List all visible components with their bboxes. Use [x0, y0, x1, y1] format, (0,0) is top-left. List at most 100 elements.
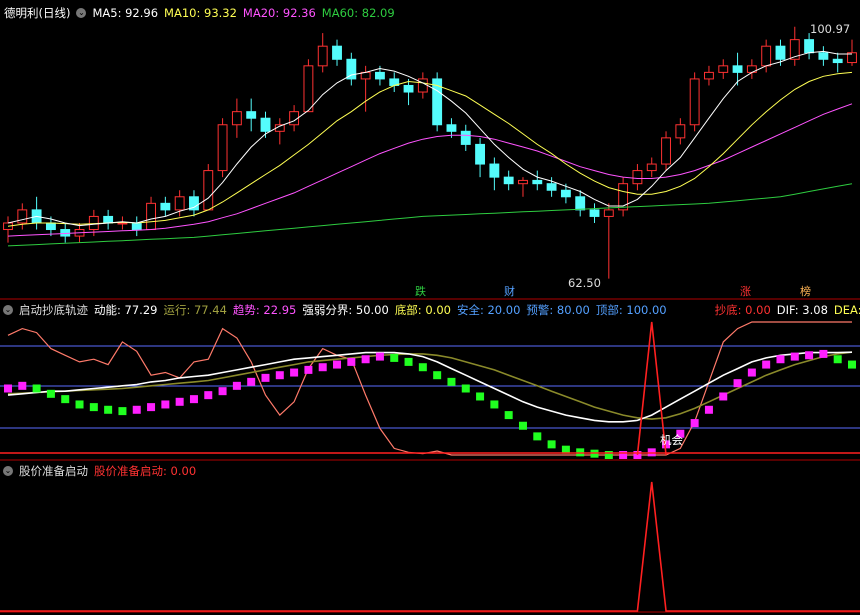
- signal-bar: [275, 371, 284, 380]
- candle-body: [661, 137, 671, 165]
- signal-bar: [175, 397, 184, 406]
- event-tag-finance[interactable]: 财: [502, 285, 517, 298]
- signal-bar: [118, 407, 127, 416]
- signal-bar: [747, 368, 756, 377]
- signal-bar: [333, 360, 342, 369]
- signal-bar: [819, 349, 828, 358]
- signal-bar: [547, 440, 556, 449]
- candle-body: [546, 183, 557, 191]
- candle-body: [503, 176, 514, 185]
- candle-body: [446, 124, 457, 132]
- signal-bar: [733, 379, 742, 388]
- signal-bar: [46, 389, 55, 398]
- signal-bar: [619, 451, 628, 459]
- candle-body: [131, 222, 142, 231]
- candle-body: [117, 222, 128, 225]
- signal-bar: [390, 353, 399, 362]
- signal-bar: [75, 400, 84, 409]
- signal-bar: [461, 384, 470, 393]
- signal-bar: [18, 381, 27, 390]
- signal-bar: [833, 355, 842, 364]
- signal-bar: [719, 392, 728, 401]
- signal-bar: [533, 432, 542, 441]
- ma5-line: [7, 50, 852, 227]
- event-tag-drop[interactable]: 跌: [413, 285, 428, 298]
- signal-bar: [132, 405, 141, 414]
- candle-body: [317, 45, 328, 67]
- candle-body: [761, 45, 772, 67]
- candle-body: [489, 163, 500, 178]
- signal-bar: [147, 403, 156, 412]
- candle-body: [560, 189, 571, 198]
- signal-bar: [404, 357, 413, 366]
- signal-bar: [604, 451, 613, 459]
- signal-bar: [805, 351, 814, 360]
- candle-body: [518, 179, 528, 185]
- event-tag-rise[interactable]: 涨: [738, 285, 753, 298]
- signal-bar: [161, 400, 170, 409]
- signal-bar: [418, 363, 427, 372]
- candle-body: [246, 111, 257, 119]
- candle-body: [718, 65, 729, 73]
- signal-bar: [490, 400, 499, 409]
- candle-body: [603, 209, 614, 217]
- candle-body: [374, 71, 385, 80]
- signal-bar: [790, 352, 799, 361]
- signal-bar: [690, 419, 699, 428]
- candle-body: [160, 202, 171, 211]
- signal-bar: [518, 421, 527, 430]
- signal-bar: [32, 384, 41, 393]
- candle-body: [632, 170, 643, 185]
- candle-body: [217, 124, 228, 172]
- signal-bar: [318, 363, 327, 372]
- kline-chart[interactable]: [0, 0, 860, 615]
- candle-body: [60, 229, 71, 237]
- candle-body: [689, 78, 700, 126]
- signal-bar: [375, 352, 384, 361]
- signal-bar: [762, 360, 771, 369]
- signal-bar: [504, 411, 513, 420]
- signal-bar: [189, 395, 198, 404]
- candle-body: [475, 143, 486, 165]
- candle-body: [575, 196, 586, 211]
- signal-bar: [261, 373, 270, 382]
- signal-bar: [776, 355, 785, 364]
- candle-body: [832, 58, 843, 64]
- candle-body: [303, 65, 314, 113]
- signal-bar: [89, 403, 98, 412]
- candle-body: [732, 65, 743, 73]
- start-signal-line: [0, 481, 860, 612]
- high-price-label: 100.97: [810, 22, 851, 36]
- candle-body: [103, 215, 114, 224]
- opportunity-marker: 机会: [660, 433, 683, 447]
- signal-bar: [4, 384, 12, 393]
- signal-bar: [204, 391, 213, 400]
- signal-bar: [104, 405, 113, 414]
- candle-body: [203, 170, 214, 211]
- candle-body: [403, 84, 414, 93]
- candle-body: [174, 196, 185, 211]
- low-price-label: 62.50: [568, 276, 601, 290]
- candle-body: [45, 222, 56, 231]
- signal-bar: [61, 395, 70, 404]
- signal-bar: [704, 405, 713, 414]
- signal-bar: [290, 368, 299, 377]
- candle-body: [260, 117, 271, 132]
- candle-body: [332, 45, 342, 60]
- signal-bar: [347, 357, 356, 366]
- candle-body: [804, 39, 815, 54]
- candle-body: [704, 71, 714, 80]
- signal-bar: [304, 365, 313, 374]
- signal-bar: [848, 360, 856, 369]
- candle-body: [818, 52, 829, 60]
- candle-body: [17, 209, 28, 224]
- event-tag-rank[interactable]: 榜: [798, 285, 813, 298]
- candle-body: [675, 124, 686, 139]
- candle-body: [146, 202, 156, 231]
- candle-body: [646, 163, 657, 172]
- trend-line: [7, 321, 852, 456]
- candle-body: [346, 58, 357, 80]
- signal-bar: [218, 387, 227, 396]
- signal-bar: [232, 381, 241, 390]
- signal-bar: [247, 377, 256, 386]
